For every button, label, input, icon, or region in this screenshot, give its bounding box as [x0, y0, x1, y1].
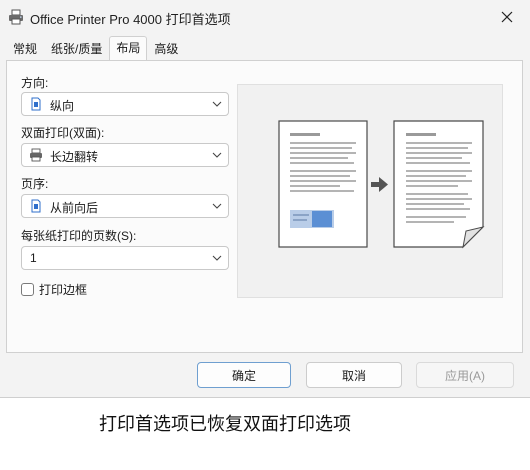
chevron-down-icon — [212, 203, 222, 209]
close-icon — [501, 11, 513, 23]
printer-icon — [30, 148, 42, 162]
close-button[interactable] — [494, 4, 520, 30]
apply-button[interactable]: 应用(A) — [416, 362, 514, 388]
cancel-button[interactable]: 取消 — [306, 362, 402, 388]
window-title: Office Printer Pro 4000 打印首选项 — [30, 12, 231, 27]
arrow-right-icon — [371, 177, 388, 192]
pages-per-sheet-label: 每张纸打印的页数(S): — [21, 229, 137, 243]
page-icon — [31, 199, 41, 213]
page-turn-icon — [393, 120, 485, 249]
status-caption: 打印首选项已恢复双面打印选项 — [99, 414, 351, 434]
tab-paper-quality[interactable]: 纸张/质量 — [44, 37, 109, 59]
layout-preview — [237, 84, 503, 298]
tab-general[interactable]: 常规 — [6, 37, 44, 59]
tab-advanced[interactable]: 高级 — [147, 37, 185, 59]
print-borders-label: 打印边框 — [39, 282, 88, 297]
title-bar: Office Printer Pro 4000 打印首选项 — [0, 0, 530, 34]
printer-icon — [9, 9, 23, 25]
orientation-value: 纵向 — [50, 99, 75, 113]
chevron-down-icon — [212, 255, 222, 261]
tab-layout[interactable]: 布局 — [109, 36, 148, 60]
print-borders-option[interactable]: 打印边框 — [21, 281, 87, 297]
page-order-label: 页序: — [21, 177, 49, 191]
duplex-select[interactable]: 长边翻转 — [21, 143, 229, 167]
page-order-select[interactable]: 从前向后 — [21, 194, 229, 218]
page-order-value: 从前向后 — [50, 201, 99, 215]
chevron-down-icon — [212, 101, 222, 107]
page-preview-icon — [278, 120, 368, 248]
portrait-page-icon — [31, 97, 41, 111]
duplex-preview-graphic — [278, 120, 485, 249]
layout-panel: 方向: 纵向 双面打印(双面): 长边翻转 页序: 从前向后 每张纸打印的页数(… — [6, 60, 523, 353]
chevron-down-icon — [212, 152, 222, 158]
duplex-value: 长边翻转 — [50, 150, 99, 164]
tab-strip: 常规 纸张/质量 布局 高级 — [6, 36, 185, 60]
duplex-label: 双面打印(双面): — [21, 126, 105, 140]
pages-per-sheet-value: 1 — [30, 251, 37, 265]
orientation-label: 方向: — [21, 76, 49, 90]
orientation-select[interactable]: 纵向 — [21, 92, 229, 116]
print-preferences-dialog: Office Printer Pro 4000 打印首选项 常规 纸张/质量 布… — [0, 0, 530, 398]
ok-button[interactable]: 确定 — [197, 362, 291, 388]
print-borders-checkbox[interactable] — [21, 282, 34, 296]
pages-per-sheet-select[interactable]: 1 — [21, 246, 229, 270]
